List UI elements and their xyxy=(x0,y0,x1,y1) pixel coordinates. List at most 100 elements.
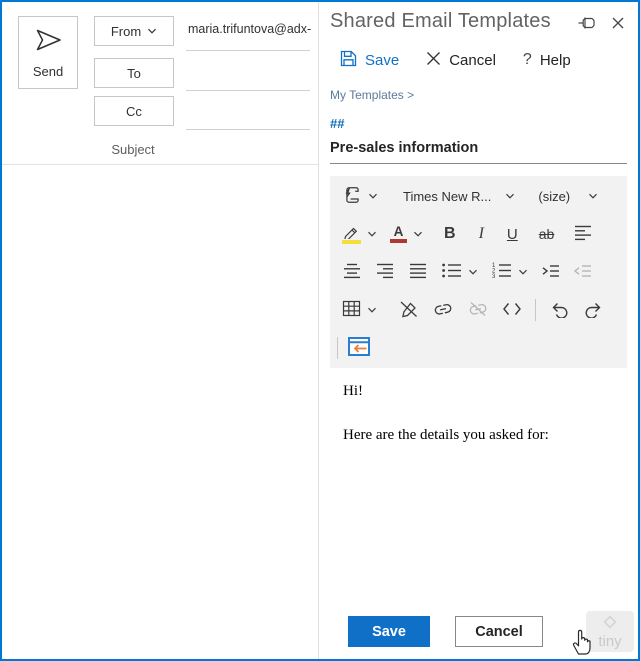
source-code-button[interactable] xyxy=(502,301,522,320)
toolbar-row-2: A B I U ab xyxy=(330,215,627,253)
align-left-button[interactable] xyxy=(573,224,593,244)
numbered-list-icon: 123 xyxy=(491,262,512,282)
strikethrough-button[interactable]: ab xyxy=(539,226,555,242)
remove-link-button[interactable] xyxy=(467,301,489,320)
to-button[interactable]: To xyxy=(94,58,174,88)
cc-button[interactable]: Cc xyxy=(94,96,174,126)
from-button[interactable]: From xyxy=(94,16,174,46)
help-action[interactable]: ? Help xyxy=(523,51,571,69)
template-name-input[interactable] xyxy=(330,140,627,164)
help-action-label: Help xyxy=(539,51,571,69)
from-address-value[interactable]: maria.trifuntova@adx- xyxy=(188,22,314,40)
redo-button[interactable] xyxy=(583,300,604,321)
chevron-down-icon xyxy=(588,189,598,204)
close-pane-button[interactable] xyxy=(611,15,625,34)
breadcrumb[interactable]: My Templates > xyxy=(330,88,627,102)
compose-divider xyxy=(2,164,318,165)
font-family-value: Times New R... xyxy=(403,188,492,204)
pin-pane-button[interactable] xyxy=(577,15,596,34)
align-justify-button[interactable] xyxy=(408,262,428,282)
svg-text:3: 3 xyxy=(492,274,496,279)
indent-icon xyxy=(541,263,560,282)
bold-icon: B xyxy=(444,225,456,242)
send-plane-icon xyxy=(33,26,63,57)
outdent-icon xyxy=(573,263,592,282)
insert-table-button[interactable] xyxy=(342,300,377,320)
from-label: From xyxy=(110,23,142,39)
bullet-list-button[interactable] xyxy=(441,262,478,282)
align-center-icon xyxy=(342,262,362,282)
pin-icon xyxy=(577,15,596,34)
save-action-label: Save xyxy=(365,51,400,69)
insert-into-email-icon xyxy=(347,336,371,360)
font-size-select[interactable]: (size) xyxy=(538,189,598,204)
cancel-action-label: Cancel xyxy=(449,51,496,69)
cc-input-underline[interactable] xyxy=(186,129,310,130)
undo-button[interactable] xyxy=(549,300,570,321)
code-icon xyxy=(502,301,522,320)
unlink-icon xyxy=(467,301,489,320)
tiny-watermark-label: tiny xyxy=(598,632,622,650)
chevron-down-icon xyxy=(518,265,528,280)
underline-button[interactable]: U xyxy=(507,226,518,243)
insert-into-email-button[interactable] xyxy=(347,336,371,360)
toolbar-row-1: Times New R... (size) xyxy=(330,177,627,215)
toolbar-separator xyxy=(535,299,536,321)
chevron-down-icon xyxy=(413,227,423,242)
bold-button[interactable]: B xyxy=(444,225,456,243)
template-body-editor[interactable]: Hi! Here are the details you asked for: xyxy=(330,368,627,604)
align-left-icon xyxy=(573,224,593,244)
insert-macro-button[interactable] xyxy=(342,185,378,208)
font-color-button[interactable]: A xyxy=(390,225,423,243)
font-color-icon: A xyxy=(390,225,407,243)
redo-icon xyxy=(583,300,604,321)
toolbar-separator xyxy=(337,337,338,359)
chevron-down-icon xyxy=(368,189,378,204)
send-label: Send xyxy=(32,64,64,79)
underline-icon: U xyxy=(506,225,518,243)
subject-label[interactable]: Subject xyxy=(73,142,193,157)
outdent-button[interactable] xyxy=(573,263,592,282)
mouse-hand-cursor xyxy=(569,624,595,659)
toolbar-row-4 xyxy=(330,291,627,329)
align-center-button[interactable] xyxy=(342,262,362,282)
macro-scroll-icon xyxy=(342,185,362,208)
to-label: To xyxy=(127,65,141,81)
clear-formatting-button[interactable] xyxy=(398,300,419,321)
numbered-list-button[interactable]: 123 xyxy=(491,262,528,282)
highlight-color-button[interactable] xyxy=(342,225,377,244)
insert-link-button[interactable] xyxy=(432,301,454,320)
align-right-icon xyxy=(375,262,395,282)
italic-button[interactable]: I xyxy=(479,225,484,243)
from-input-underline xyxy=(186,50,310,51)
align-right-button[interactable] xyxy=(375,262,395,282)
chevron-down-icon xyxy=(147,24,157,39)
pane-action-bar: Save Cancel ? Help xyxy=(340,49,627,71)
toolbar-row-3: 123 xyxy=(330,253,627,291)
font-size-value: (size) xyxy=(538,188,571,204)
indent-button[interactable] xyxy=(541,263,560,282)
highlighter-icon xyxy=(342,225,361,244)
cancel-edit-action[interactable]: Cancel xyxy=(426,51,496,69)
clear-formatting-icon xyxy=(398,300,419,321)
cancel-x-icon xyxy=(426,51,441,69)
to-input-underline[interactable] xyxy=(186,90,310,91)
toolbar-row-5 xyxy=(330,329,627,367)
tiny-diamond-icon xyxy=(602,614,618,635)
footer-cancel-button[interactable]: Cancel xyxy=(455,616,543,647)
help-question-icon: ? xyxy=(522,51,532,68)
compose-pane: Send From maria.trifuntova@adx- To Cc Su… xyxy=(2,2,318,659)
rich-text-editor: Times New R... (size) A B I U ab 1 2 3 H… xyxy=(330,176,627,604)
chevron-down-icon xyxy=(505,189,515,204)
send-button[interactable]: Send xyxy=(18,16,78,89)
table-icon xyxy=(342,300,361,320)
italic-icon: I xyxy=(478,225,484,242)
close-icon xyxy=(611,16,625,33)
editor-toolbar: Times New R... (size) A B I U ab 1 2 3 xyxy=(330,176,627,368)
template-shortcut-link[interactable]: ## xyxy=(330,116,627,131)
font-family-select[interactable]: Times New R... xyxy=(403,189,515,204)
save-template-action[interactable]: Save xyxy=(340,50,399,70)
footer-save-button[interactable]: Save xyxy=(348,616,430,647)
addin-header: Shared Email Templates xyxy=(330,10,627,34)
chevron-down-icon xyxy=(367,227,377,242)
